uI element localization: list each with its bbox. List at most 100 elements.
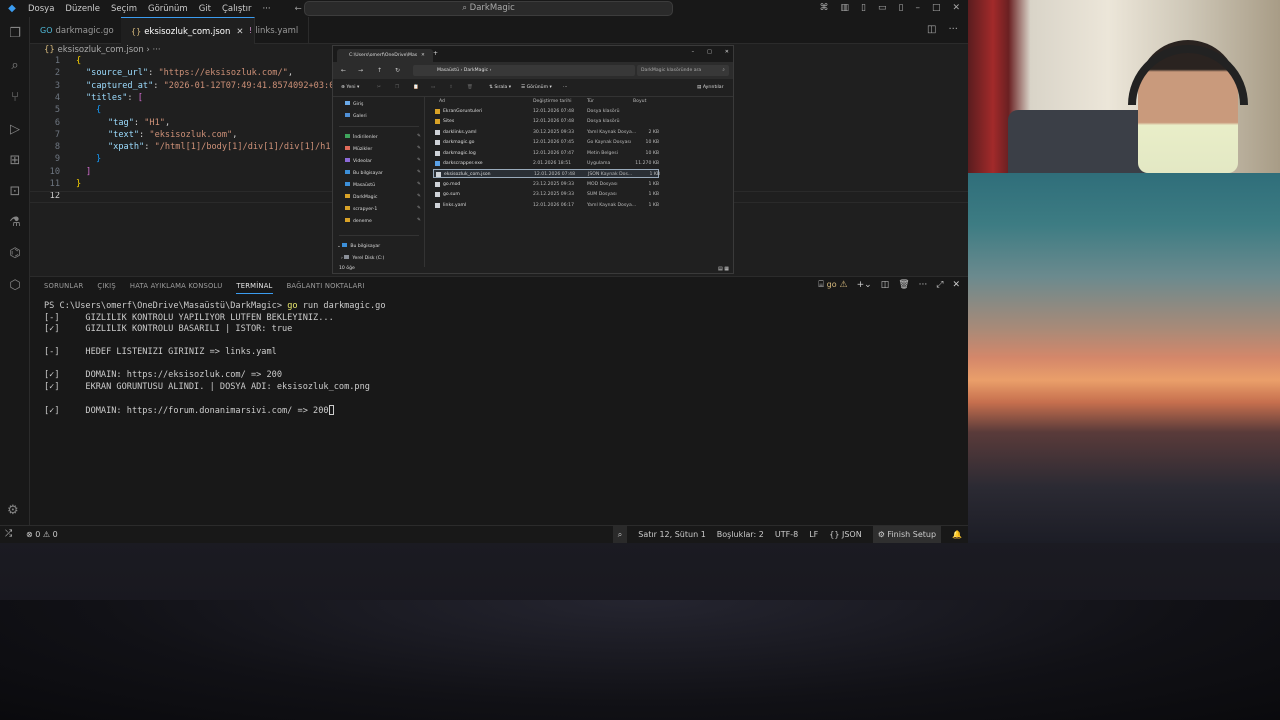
back-arrow-icon[interactable]: ← (341, 67, 346, 74)
details-button[interactable]: ▤ Ayrıntılar (697, 85, 724, 90)
nav-item-darkmagic[interactable]: DarkMagic ✎ (345, 194, 421, 200)
python-icon[interactable]: ⌬ (6, 245, 24, 263)
file-list-row[interactable]: go.sum 23.12.2025 09:33 SUM Dosyası 1 KB (433, 190, 659, 199)
cut-icon[interactable]: ✂ (377, 85, 381, 90)
file-list-row[interactable]: Sites 12.01.2026 07:48 Dosya klasörü (433, 117, 659, 126)
address-field[interactable]: Masaüstü › DarkMagic › (413, 65, 635, 76)
copy-icon[interactable]: ❐ (395, 85, 399, 90)
command-center-search[interactable]: ⌕ DarkMagic (304, 1, 673, 16)
column-header-size[interactable]: Boyut (633, 99, 646, 104)
explorer-icon[interactable]: ❐ (6, 25, 24, 43)
tab-links-yaml[interactable]: ! links.yaml (239, 17, 310, 44)
delete-icon[interactable]: 🗑 (467, 85, 473, 90)
end-of-line[interactable]: LF (809, 530, 818, 539)
gear-icon[interactable]: ⚙ (7, 503, 19, 518)
minimize-icon[interactable]: – (692, 49, 695, 55)
menu-run[interactable]: Çalıştır (222, 4, 251, 14)
pin-icon[interactable]: ✎ (417, 158, 421, 163)
tab-problems[interactable]: SORUNLAR (44, 282, 83, 294)
encoding[interactable]: UTF-8 (775, 530, 798, 539)
testing-icon[interactable]: ⚗ (6, 214, 24, 232)
close-window-icon[interactable]: ✕ (725, 49, 729, 55)
nav-item-this-pc[interactable]: Bu bilgisayar ✎ (345, 170, 421, 176)
back-arrow-icon[interactable]: ← (295, 4, 302, 14)
pin-icon[interactable]: ✎ (417, 170, 421, 175)
tab-terminal[interactable]: TERMİNAL (236, 282, 273, 294)
terminal-output[interactable]: PS C:\Users\omerf\OneDrive\Masaüstü\Dark… (44, 301, 386, 421)
pin-icon[interactable]: ✎ (417, 182, 421, 187)
nav-item-videos[interactable]: Videolar ✎ (345, 158, 421, 164)
pin-icon[interactable]: ✎ (417, 206, 421, 211)
more-actions-icon[interactable]: ··· (948, 24, 958, 35)
file-list-row[interactable]: go.mod 23.12.2025 09:33 MOD Dosyası 1 KB (433, 180, 659, 189)
finish-setup-button[interactable]: ⚙ Finish Setup (872, 526, 942, 543)
tab-darkmagic-go[interactable]: GO darkmagic.go (30, 17, 125, 44)
remote-indicator-icon[interactable]: ⤮ (5, 529, 12, 539)
zoom-icon[interactable]: ⌕ (612, 526, 628, 543)
search-view-icon[interactable]: ⌕ (6, 57, 24, 75)
nav-item-home[interactable]: Giriş (345, 101, 363, 107)
toggle-sidebar-icon[interactable]: ▯ (861, 0, 866, 17)
nav-item-downloads[interactable]: İndirilenler ✎ (345, 134, 421, 140)
nav-item-scrapyer[interactable]: scrapyer-1 ✎ (345, 206, 421, 212)
file-list-row[interactable]: darkmagic.go 12.01.2026 07:45 Go Kaynak Do… (433, 138, 659, 147)
tab-ports[interactable]: BAĞLANTI NOKTALARI (287, 282, 365, 294)
file-list-row[interactable]: darkscrapper.exe 2.01.2026 18:51 Uygulama 1… (433, 159, 659, 168)
split-editor-icon[interactable]: ◫ (927, 24, 936, 35)
nav-item-this-pc-tree[interactable]: ⌄ Bu bilgisayar (337, 243, 380, 249)
docker-icon[interactable]: ⬡ (6, 277, 24, 295)
refresh-icon[interactable]: ↻ (395, 67, 400, 74)
column-header-date[interactable]: Değiştirme tarihi (533, 99, 572, 104)
file-list-row[interactable]: darkmagic.log 12.01.2026 07:47 Metin Belge… (433, 149, 659, 158)
menu-more[interactable]: ··· (262, 4, 270, 14)
new-tab-icon[interactable]: + (433, 50, 438, 57)
remote-explorer-icon[interactable]: ⊡ (6, 183, 24, 201)
menu-go[interactable]: Git (199, 4, 211, 14)
file-list-row[interactable]: EkranGoruntuleri 12.01.2026 07:48 Dosya kl… (433, 107, 659, 116)
view-toggle-icons[interactable]: ▤ ▦ (718, 266, 729, 272)
forward-arrow-icon[interactable]: → (358, 67, 363, 74)
copilot-icon[interactable]: ⌘ (820, 0, 829, 17)
close-window-icon[interactable]: ✕ (952, 0, 960, 17)
pin-icon[interactable]: ✎ (417, 194, 421, 199)
problems-indicator[interactable]: ⊗ 0 ⚠ 0 (26, 530, 58, 539)
indentation[interactable]: Boşluklar: 2 (717, 530, 764, 539)
pin-icon[interactable]: ✎ (417, 134, 421, 139)
menu-file[interactable]: Dosya (28, 4, 54, 14)
explorer-search-field[interactable]: DarkMagic klasöründe ara ⌕ (637, 65, 729, 76)
nav-item-desktop[interactable]: Masaüstü ✎ (345, 182, 421, 188)
nav-item-local-disk[interactable]: › Yerel Disk (C:) (341, 255, 384, 261)
toggle-secondary-sidebar-icon[interactable]: ▯ (898, 0, 903, 17)
new-terminal-icon[interactable]: +⌄ (857, 280, 872, 290)
column-header-name[interactable]: Ad (439, 99, 445, 104)
notifications-icon[interactable]: 🔔 (952, 530, 962, 539)
menu-edit[interactable]: Düzenle (65, 4, 100, 14)
explorer-tab[interactable]: C:\Users\omerf\OneDrive\Mas ✕ (337, 49, 433, 62)
pin-icon[interactable]: ✎ (417, 146, 421, 151)
terminal-profile[interactable]: ⌸ go ⚠ (818, 280, 847, 290)
extensions-icon[interactable]: ⊞ (6, 152, 24, 170)
pin-icon[interactable]: ✎ (417, 218, 421, 223)
column-header-type[interactable]: Tür (587, 99, 594, 104)
close-panel-icon[interactable]: ✕ (952, 280, 960, 290)
tab-output[interactable]: ÇIKIŞ (97, 282, 116, 294)
maximize-icon[interactable]: □ (707, 49, 712, 55)
new-button[interactable]: ⊕ Yeni ▾ (341, 85, 359, 90)
close-tab-icon[interactable]: ✕ (421, 49, 425, 62)
nav-item-gallery[interactable]: Galeri (345, 113, 367, 119)
nav-item-music[interactable]: Müzikler ✎ (345, 146, 421, 152)
maximize-icon[interactable]: □ (932, 0, 941, 17)
split-terminal-icon[interactable]: ◫ (881, 280, 890, 290)
menu-view[interactable]: Görünüm (148, 4, 188, 14)
maximize-panel-icon[interactable]: ⤢ (936, 280, 943, 290)
sort-button[interactable]: ⇅ Sırala ▾ (489, 85, 511, 90)
nav-item-deneme[interactable]: deneme ✎ (345, 218, 421, 224)
source-control-icon[interactable]: ⑂ (6, 89, 24, 107)
cursor-position[interactable]: Satır 12, Sütun 1 (638, 530, 706, 539)
breadcrumb[interactable]: {} eksisozluk_com.json › ··· (44, 45, 161, 55)
paste-icon[interactable]: 📋 (413, 85, 419, 90)
toggle-panel-icon[interactable]: ▭ (878, 0, 887, 17)
share-icon[interactable]: ⇪ (449, 85, 453, 90)
address-crumb[interactable]: Masaüstü (437, 68, 459, 73)
address-crumb[interactable]: DarkMagic (464, 68, 488, 73)
